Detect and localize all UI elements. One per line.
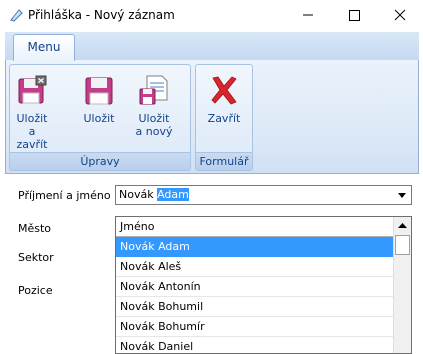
group-label-formular: Formulář — [196, 152, 252, 170]
maximize-button[interactable] — [331, 0, 377, 30]
save-new-label-1: Uložit — [138, 112, 170, 125]
list-item[interactable]: Novák Adam — [116, 237, 394, 257]
list-item[interactable]: Novák Bohumír — [116, 317, 394, 337]
column-header-label: Jméno — [120, 220, 155, 233]
label-position: Pozice — [18, 284, 53, 297]
save-new-icon — [139, 75, 168, 105]
save-button[interactable]: Uložit — [79, 70, 119, 148]
list-item-label: Novák Adam — [120, 240, 190, 253]
name-combobox-value: Novák Adam — [119, 188, 189, 201]
save-label: Uložit — [83, 112, 115, 125]
maximize-icon — [349, 10, 360, 21]
list-item-label: Novák Aleš — [120, 260, 182, 273]
group-label-upravy: Úpravy — [10, 152, 190, 170]
close-form-label: Zavřít — [207, 112, 241, 125]
list-item[interactable]: Novák Daniel — [116, 337, 394, 353]
label-city: Město — [18, 222, 52, 235]
save-close-label-2: a zavřít — [16, 125, 48, 151]
label-name: Příjmení a jméno — [18, 189, 111, 202]
save-new-label-2: a nový — [135, 125, 173, 138]
close-form-button[interactable]: Zavřít — [204, 70, 244, 148]
list-item-label: Novák Bohumír — [120, 320, 205, 333]
list-item[interactable]: Novák Aleš — [116, 257, 394, 277]
dropdown-column-header: Jméno — [116, 217, 394, 237]
close-x-icon — [211, 76, 237, 105]
minimize-icon — [303, 14, 313, 16]
list-item-label: Novák Daniel — [120, 340, 194, 353]
save-close-label-1: Uložit — [16, 112, 48, 125]
label-sector: Sektor — [18, 251, 54, 264]
close-icon — [394, 9, 406, 21]
save-close-icon — [18, 75, 47, 104]
list-item-label: Novák Bohumil — [120, 300, 204, 313]
name-combobox[interactable]: Novák Adam — [115, 185, 412, 205]
window-title: Přihláška - Nový záznam — [28, 8, 175, 22]
app-icon — [10, 9, 23, 22]
name-value-selected: Adam — [157, 188, 189, 201]
scroll-up-arrow-icon — [398, 223, 407, 228]
list-item[interactable]: Novák Bohumil — [116, 297, 394, 317]
save-new-button[interactable]: Uložit a nový — [134, 70, 174, 148]
name-value-plain: Novák — [119, 188, 158, 201]
save-icon — [85, 77, 113, 105]
name-dropdown-list[interactable]: Jméno Novák Adam Novák Aleš Novák Antoní… — [115, 216, 412, 354]
tab-menu[interactable]: Menu — [13, 34, 75, 61]
chevron-down-icon — [398, 193, 406, 198]
dropdown-scrollbar[interactable] — [393, 217, 411, 353]
list-item[interactable]: Novák Antonín — [116, 277, 394, 297]
scroll-thumb[interactable] — [395, 235, 410, 255]
combobox-dropdown-button[interactable] — [393, 186, 411, 204]
minimize-button[interactable] — [285, 0, 331, 30]
scroll-up-button[interactable] — [394, 217, 411, 234]
save-close-button[interactable]: Uložit a zavřít — [12, 70, 52, 151]
title-bar: Přihláška - Nový záznam — [0, 0, 423, 30]
close-window-button[interactable] — [377, 0, 423, 30]
list-item-label: Novák Antonín — [120, 280, 201, 293]
